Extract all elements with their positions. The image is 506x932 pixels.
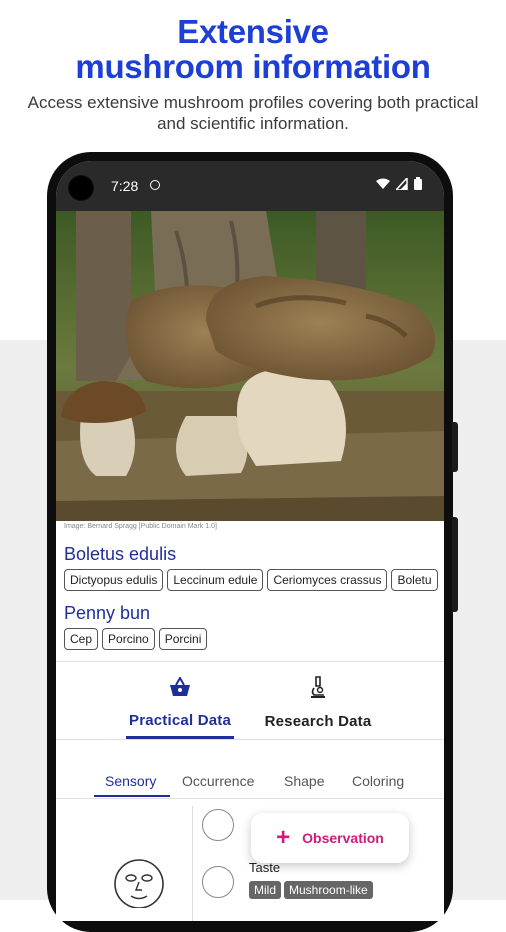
signal-icon xyxy=(396,177,408,190)
phone-side-button xyxy=(452,422,458,472)
app-screen: 7:28 Image: Bernard Spragg [Public Domai… xyxy=(56,161,444,921)
battery-icon xyxy=(414,177,422,190)
photo-credit: Image: Bernard Spragg [Public Domain Mar… xyxy=(64,523,217,530)
front-camera xyxy=(68,175,94,201)
taste-tags: Mild Mushroom-like xyxy=(249,881,376,899)
senses-icon xyxy=(114,859,164,908)
scientific-name: Boletus edulis xyxy=(64,544,177,564)
tab-research-data[interactable]: Research Data xyxy=(238,673,398,730)
common-name-chip[interactable]: Cep xyxy=(64,628,99,650)
subtab-shape[interactable]: Shape xyxy=(284,773,324,789)
taste-tag: Mild xyxy=(249,881,282,899)
add-observation-button[interactable]: + Observation xyxy=(251,813,409,863)
plus-icon: + xyxy=(276,824,291,851)
subtab-sensory[interactable]: Sensory xyxy=(105,773,156,789)
section-divider xyxy=(56,661,444,662)
tab-label: Practical Data xyxy=(128,712,232,729)
common-name: Penny bun xyxy=(64,603,151,623)
phone-volume-button xyxy=(452,517,458,612)
status-time: 7:28 xyxy=(111,178,139,194)
tabs-divider xyxy=(56,739,444,740)
synonym-chip[interactable]: Boletu xyxy=(391,569,438,591)
wifi-icon xyxy=(376,178,390,189)
common-name-chip[interactable]: Porcino xyxy=(102,628,155,650)
observation-label: Observation xyxy=(302,830,384,846)
basket-icon xyxy=(170,675,190,696)
tab-practical-data[interactable]: Practical Data xyxy=(100,673,260,729)
synonym-chips: Dictyopus edulis Leccinum edule Ceriomyc… xyxy=(64,569,438,591)
circle-notification-icon xyxy=(150,180,160,190)
tongue-icon xyxy=(202,866,234,898)
phone-frame: 7:28 Image: Bernard Spragg [Public Domai… xyxy=(47,152,458,932)
microscope-icon xyxy=(311,676,325,698)
common-name-chip[interactable]: Porcini xyxy=(158,628,208,650)
headline-line-2: mushroom information xyxy=(75,48,431,85)
subtab-occurrence[interactable]: Occurrence xyxy=(182,773,254,789)
mushroom-photo xyxy=(56,211,444,521)
chef-hat-icon xyxy=(202,809,234,841)
active-subtab-indicator xyxy=(94,795,170,797)
promo-headline: Extensive mushroom information xyxy=(0,14,506,84)
headline-line-1: Extensive xyxy=(177,13,329,50)
subtab-coloring[interactable]: Coloring xyxy=(352,773,404,789)
status-bar: 7:28 xyxy=(56,161,444,211)
tab-label: Research Data xyxy=(264,713,372,730)
subtabs-divider xyxy=(56,798,444,799)
promo-subtitle: Access extensive mushroom profiles cover… xyxy=(27,93,479,133)
common-name-chips: Cep Porcino Porcini xyxy=(64,628,208,650)
sensory-illustration-panel xyxy=(56,806,193,921)
synonym-chip[interactable]: Ceriomyces crassus xyxy=(267,569,388,591)
synonym-chip[interactable]: Dictyopus edulis xyxy=(64,569,164,591)
synonym-chip[interactable]: Leccinum edule xyxy=(167,569,264,591)
taste-tag: Mushroom-like xyxy=(284,881,373,899)
